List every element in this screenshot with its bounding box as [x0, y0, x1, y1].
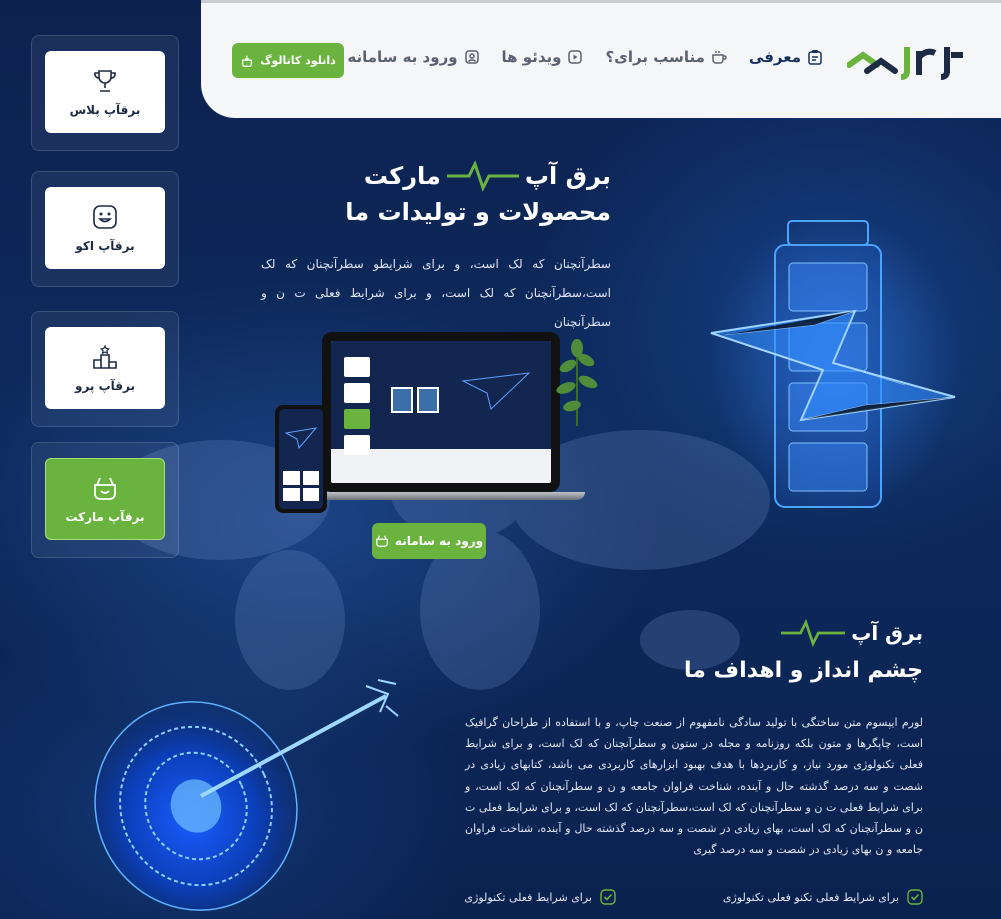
sidebar-item-label: برقآپ پلاس — [69, 103, 141, 117]
sidebar-item-label: برقآپ اکو — [75, 239, 135, 253]
sidebar-item-label: برقآپ مارکت — [65, 510, 145, 524]
sidebar-item-eco[interactable]: برقآپ اکو — [31, 171, 179, 287]
basket-icon — [376, 535, 388, 547]
nav-label: معرفی — [748, 48, 801, 66]
feature-item: برای شرایط فعلی تکنو فعلی تکنولوژی — [723, 889, 923, 905]
sidebar-item-market[interactable]: برقآپ مارکت — [31, 442, 179, 558]
section2-title-text: برق آپ — [851, 621, 923, 645]
target-dart-illustration — [94, 679, 399, 911]
laptop-card-image — [417, 387, 439, 413]
section2-subtitle: چشم انداز و اهداف ما — [683, 658, 923, 683]
sidebar-card[interactable]: برقآپ اکو — [45, 187, 165, 269]
nav-item-videos[interactable]: ویدئو ها — [502, 48, 584, 66]
paper-plane-icon — [285, 427, 317, 449]
feature-label: برای شرایط فعلی تکنولوژی — [464, 890, 592, 904]
top-header: معرفی مناسب برای؟ ویدئو ها ورود به سامان… — [201, 0, 1001, 118]
podium-icon — [93, 344, 117, 369]
sidebar-card[interactable]: برقآپ مارکت — [45, 458, 165, 540]
section2-description: لورم ایپسوم متن ساختگی با تولید سادگی نا… — [465, 716, 923, 857]
sidebar-item-pro[interactable]: برقآپ پرو — [31, 311, 179, 427]
plant-decoration — [556, 339, 598, 426]
download-icon — [242, 55, 253, 67]
hero-description: سطرآنچنان که لک است، و برای شرایطو سطرآن… — [261, 257, 611, 329]
phone-mockup — [275, 405, 327, 513]
sidebar-item-label: برقآپ پرو — [75, 379, 135, 393]
download-catalog-button[interactable]: دانلود کاتالوگ — [232, 43, 344, 78]
hero-title-part2: مارکت — [363, 162, 441, 190]
catalog-button-label: دانلود کاتالوگ — [260, 54, 336, 67]
paper-plane-icon — [461, 372, 531, 410]
clipboard-icon — [808, 50, 822, 65]
trophy-icon — [94, 70, 116, 92]
user-icon — [464, 50, 479, 64]
nav-label: ویدئو ها — [501, 48, 562, 66]
section2-title: برق آپ — [781, 615, 923, 651]
laptop-screen-sidebar — [339, 351, 375, 461]
nav-label: مناسب برای؟ — [605, 48, 705, 66]
smile-icon — [93, 205, 117, 229]
basket-icon — [94, 477, 116, 500]
feature-item: برای شرایط فعلی تکنولوژی — [464, 889, 616, 905]
pulse-line-icon — [781, 618, 846, 648]
nav-item-suitable-for[interactable]: مناسب برای؟ — [605, 48, 727, 66]
laptop-card-image — [391, 387, 413, 413]
hero-title: برق آپ مارکت — [364, 158, 611, 194]
sidebar-item-plus[interactable]: برقآپ پلاس — [31, 35, 179, 151]
enter-system-button[interactable]: ورود به سامانه — [372, 523, 486, 559]
hero-title-part1: برق آپ — [524, 162, 611, 190]
laptop-screen — [331, 341, 551, 483]
phone-screen — [279, 409, 323, 509]
pulse-line-icon — [446, 160, 519, 192]
battery-illustration — [710, 215, 960, 515]
nav-item-login[interactable]: ورود به سامانه — [347, 48, 479, 66]
nav-item-intro[interactable]: معرفی — [749, 48, 823, 66]
feature-label: برای شرایط فعلی تکنو فعلی تکنولوژی — [722, 890, 899, 904]
main-nav: معرفی مناسب برای؟ ویدئو ها ورود به سامان… — [347, 48, 823, 66]
laptop-base — [300, 492, 585, 500]
sidebar-card[interactable]: برقآپ پلاس — [45, 51, 165, 133]
brand-logo-icon[interactable] — [847, 41, 965, 81]
check-icon — [907, 889, 923, 905]
coffee-cup-icon — [712, 51, 727, 64]
check-icon — [600, 889, 616, 905]
phone-grid — [283, 471, 319, 501]
laptop-mockup — [322, 332, 560, 492]
sidebar-card[interactable]: برقآپ پرو — [45, 327, 165, 409]
enter-button-label: ورود به سامانه — [394, 534, 484, 548]
video-icon — [568, 50, 583, 64]
hero-subtitle: محصولات و تولیدات ما — [345, 198, 611, 226]
nav-label: ورود به سامانه — [347, 48, 458, 66]
